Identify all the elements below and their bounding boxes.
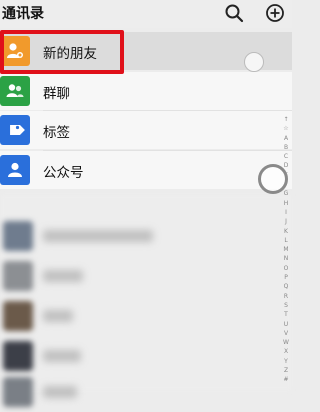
contact-name-redacted [43,386,77,398]
index-letter[interactable]: I [280,208,292,217]
avatar [3,377,33,407]
index-letter[interactable]: # [280,375,292,384]
index-letter[interactable]: L [280,236,292,245]
index-letter[interactable]: U [280,320,292,329]
row-official-accounts[interactable]: 公众号 [0,151,292,189]
avatar [3,221,33,251]
index-letter[interactable]: T [280,310,292,319]
index-letter[interactable]: H [280,199,292,208]
contact-name-redacted [43,350,81,362]
index-letter[interactable]: R [280,292,292,301]
group-icon [0,76,30,106]
tag-icon [0,115,30,145]
index-letter[interactable]: B [280,143,292,152]
index-letter[interactable]: Q [280,282,292,291]
list-item[interactable] [0,258,280,296]
avatar [3,301,33,331]
index-letter[interactable]: ☆ [280,124,292,133]
contact-name-redacted [43,270,83,282]
index-letter[interactable]: Y [280,357,292,366]
index-letter[interactable]: K [280,227,292,236]
index-letter[interactable]: ↑ [280,115,292,124]
page-title: 通讯录 [2,6,44,22]
index-letter[interactable]: W [280,338,292,347]
index-letter[interactable]: P [280,273,292,282]
plus-circle-icon[interactable] [265,3,285,23]
avatar [3,261,33,291]
index-letter[interactable]: X [280,347,292,356]
index-letter[interactable]: A [280,134,292,143]
list-item[interactable] [0,338,280,376]
row-tags[interactable]: 标签 [0,111,292,149]
search-icon[interactable] [224,3,244,23]
index-letter[interactable]: Z [280,366,292,375]
index-letter[interactable]: V [280,329,292,338]
index-letter[interactable]: J [280,217,292,226]
list-item[interactable] [0,218,280,256]
list-item[interactable] [0,374,280,412]
assistive-touch-button[interactable] [258,164,288,194]
index-letter[interactable]: O [280,264,292,273]
index-letter[interactable]: M [280,245,292,254]
person-icon [0,155,30,185]
index-letter[interactable]: S [280,301,292,310]
index-letter[interactable]: N [280,254,292,263]
highlight-box [0,30,124,74]
row-label: 公众号 [43,165,84,181]
contact-name-redacted [43,310,73,322]
alphabet-index[interactable]: ↑☆ABCDEFGHIJKLMNOPQRSTUVWXYZ# [280,115,292,385]
touch-indicator [244,52,264,72]
index-letter[interactable]: C [280,152,292,161]
contact-name-redacted [43,230,153,242]
row-label: 群聊 [43,86,70,102]
list-item[interactable] [0,298,280,336]
row-label: 标签 [43,125,70,141]
row-group-chats[interactable]: 群聊 [0,72,292,110]
avatar [3,341,33,371]
top-bar: 通讯录 [0,0,292,28]
